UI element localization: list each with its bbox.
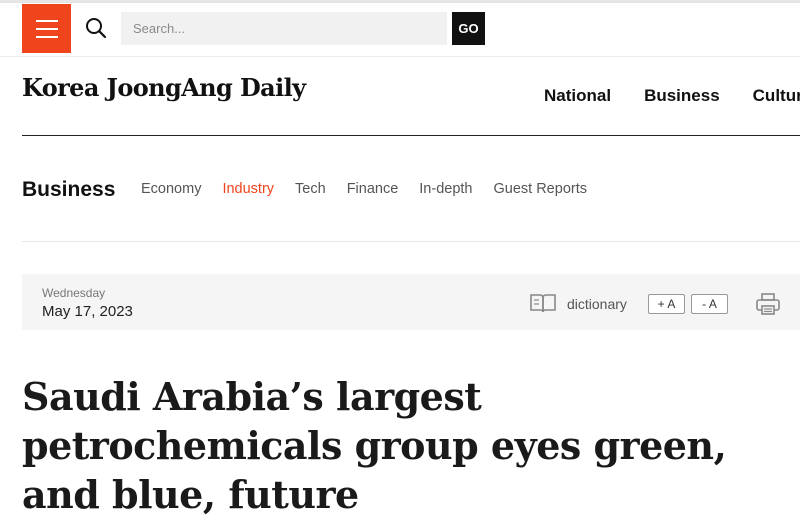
main-nav-divider — [22, 135, 800, 136]
sub-nav-guest-reports[interactable]: Guest Reports — [494, 181, 588, 197]
sub-nav-industry[interactable]: Industry — [222, 181, 274, 197]
font-increase-button[interactable]: + A — [648, 294, 685, 314]
main-nav-culture[interactable]: Culture — [753, 86, 800, 106]
search-icon[interactable] — [84, 16, 108, 40]
section-sub-nav: Economy Industry Tech Finance In-depth G… — [141, 181, 608, 197]
article-toolbar: Wednesday May 17, 2023 dictionary + A - … — [22, 274, 800, 330]
sub-nav-finance[interactable]: Finance — [347, 181, 399, 197]
hamburger-icon-line — [35, 27, 58, 30]
sub-nav-economy[interactable]: Economy — [141, 181, 201, 197]
site-logo[interactable]: Korea JoongAng Daily — [22, 73, 306, 102]
top-border — [0, 0, 800, 3]
go-button[interactable]: GO — [452, 12, 485, 45]
article-headline: Saudi Arabia’s largest petrochemicals gr… — [22, 374, 727, 517]
main-nav-national[interactable]: National — [544, 86, 611, 106]
menu-button[interactable] — [22, 4, 71, 53]
article-weekday: Wednesday — [42, 286, 106, 300]
sub-nav-in-depth[interactable]: In-depth — [419, 181, 472, 197]
hamburger-icon-line — [35, 35, 58, 38]
book-icon[interactable] — [529, 292, 557, 314]
hamburger-icon — [35, 19, 58, 22]
article-date: May 17, 2023 — [42, 303, 133, 320]
main-nav: National Business Culture — [544, 86, 800, 106]
section-title[interactable]: Business — [22, 178, 115, 202]
header-divider — [0, 56, 800, 57]
printer-icon[interactable] — [755, 292, 781, 316]
sub-nav-tech[interactable]: Tech — [295, 181, 326, 197]
dictionary-label[interactable]: dictionary — [567, 296, 627, 312]
font-decrease-button[interactable]: - A — [691, 294, 728, 314]
main-nav-business[interactable]: Business — [644, 86, 720, 106]
search-input[interactable] — [121, 12, 447, 45]
section-divider — [22, 241, 800, 242]
